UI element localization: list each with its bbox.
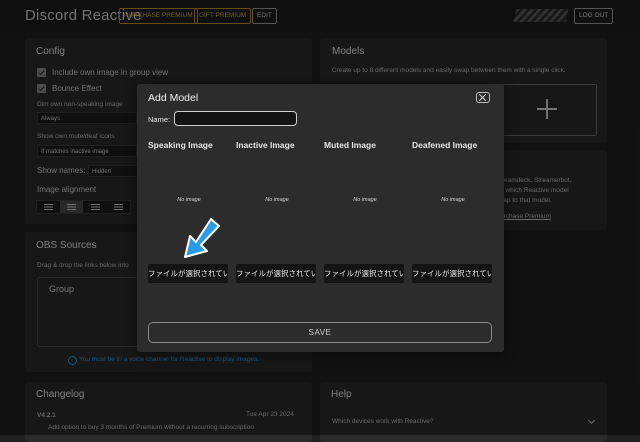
muted-image-title: Muted Image (324, 140, 376, 150)
inactive-image-preview: No image (265, 197, 289, 203)
close-icon[interactable] (476, 92, 490, 103)
deafened-image-file-button[interactable]: ファイルが選択されてい (412, 264, 492, 283)
name-input[interactable] (174, 111, 297, 126)
save-button[interactable]: SAVE (148, 322, 492, 343)
muted-image-preview: No image (353, 197, 377, 203)
speaking-image-preview: No image (177, 197, 201, 203)
inactive-image-column: Inactive Image No image ファイルが選択されてい (236, 140, 318, 283)
speaking-image-file-button[interactable]: ファイルが選択されてい (148, 264, 228, 283)
deafened-image-preview: No image (441, 197, 465, 203)
pointer-arrow-icon (184, 218, 220, 258)
muted-image-file-button[interactable]: ファイルが選択されてい (324, 264, 404, 283)
inactive-image-title: Inactive Image (236, 140, 295, 150)
muted-image-column: Muted Image No image ファイルが選択されてい (324, 140, 406, 283)
inactive-image-file-button[interactable]: ファイルが選択されてい (236, 264, 316, 283)
speaking-image-column: Speaking Image No image ファイルが選択されてい (148, 140, 230, 283)
deafened-image-column: Deafened Image No image ファイルが選択されてい (412, 140, 494, 283)
name-label: Name: (148, 115, 171, 124)
deafened-image-title: Deafened Image (412, 140, 478, 150)
speaking-image-title: Speaking Image (148, 140, 213, 150)
modal-title: Add Model (148, 92, 199, 104)
